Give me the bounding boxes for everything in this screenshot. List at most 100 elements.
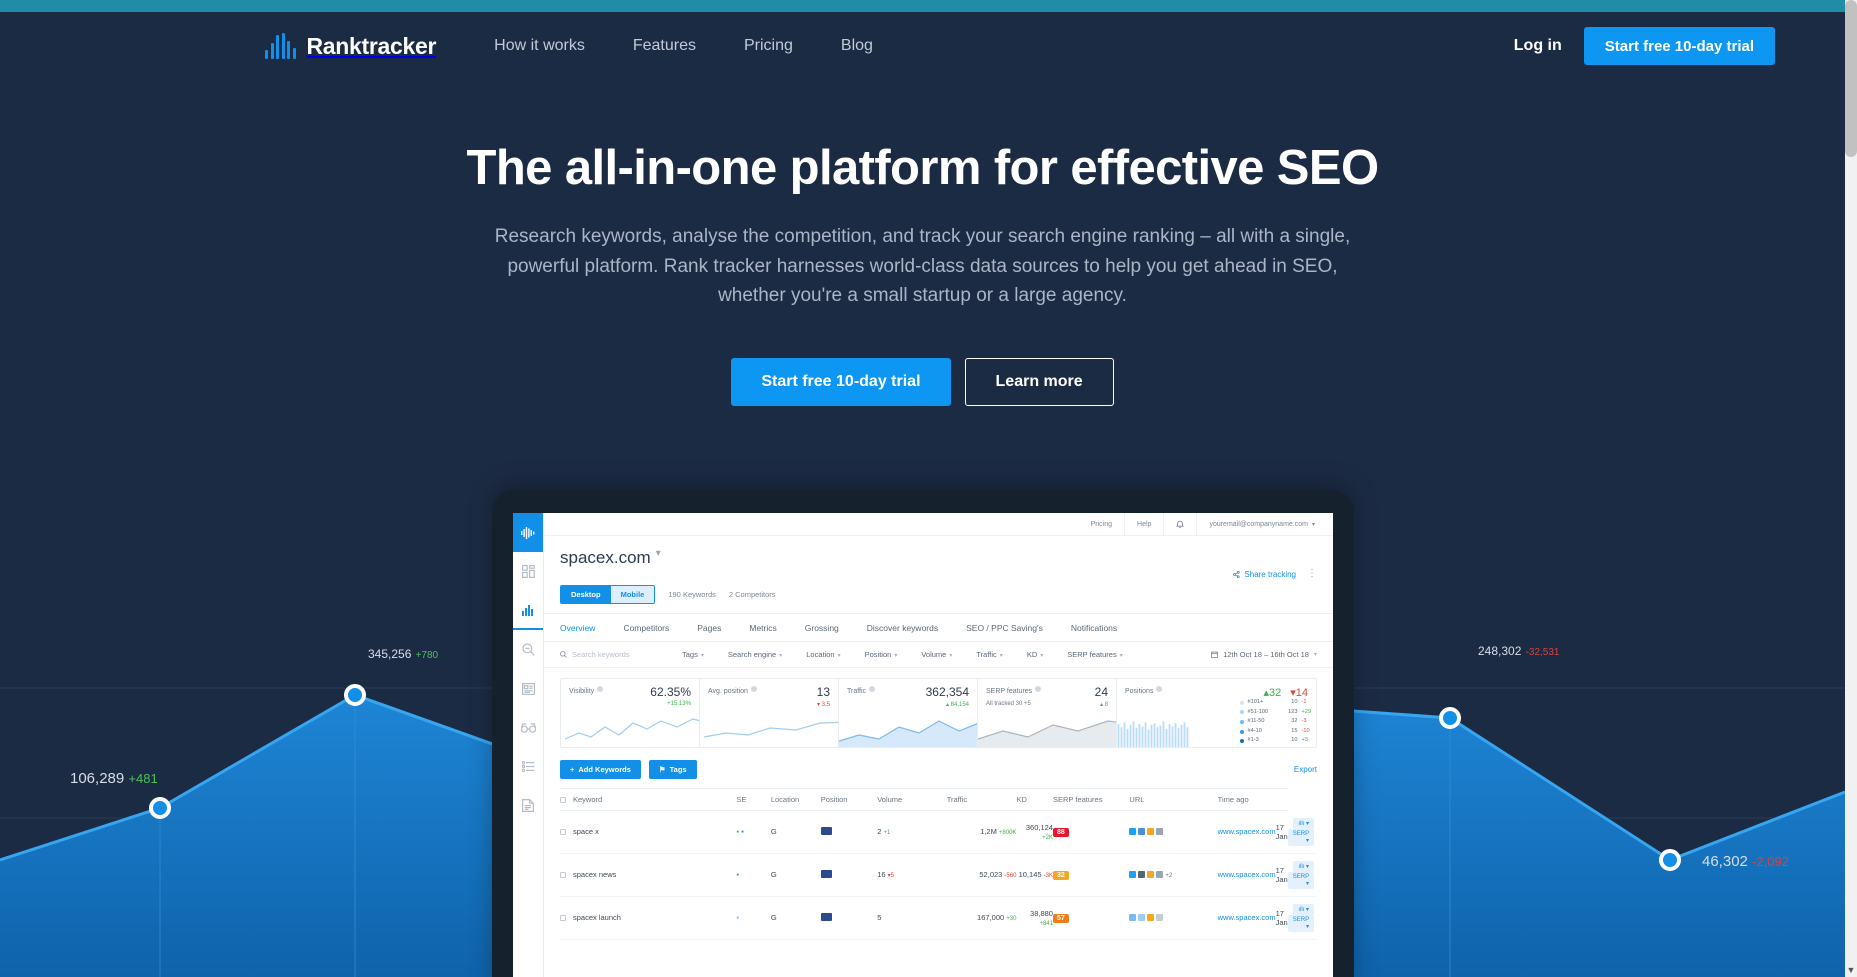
filter-traffic[interactable]: Traffic ▾ bbox=[964, 650, 1014, 659]
col-traffic[interactable]: Traffic bbox=[946, 788, 1017, 811]
row-checkbox[interactable] bbox=[560, 872, 566, 878]
cell-se: G bbox=[770, 896, 821, 940]
filter-kd[interactable]: KD ▾ bbox=[1015, 650, 1055, 659]
col-se[interactable]: SE bbox=[736, 788, 771, 811]
row-checkbox[interactable] bbox=[560, 915, 566, 921]
sidebar-item-serp-checker[interactable] bbox=[513, 669, 543, 708]
row-chart-button[interactable]: ıllı ▾ bbox=[1293, 860, 1314, 872]
device-desktop-option[interactable]: Desktop bbox=[561, 586, 611, 603]
col-location[interactable]: Location bbox=[770, 788, 821, 811]
notification-bell-icon[interactable] bbox=[1163, 513, 1196, 536]
page-root: 106,289 +481 345,256 +780 248,302 -32,53… bbox=[0, 0, 1845, 977]
sidebar-item-web-audit[interactable] bbox=[513, 708, 543, 747]
tags-button[interactable]: ⚑ Tags bbox=[648, 760, 697, 779]
col-time-ago[interactable]: Time ago bbox=[1217, 788, 1276, 811]
col-serp-features[interactable]: SERP features bbox=[1052, 788, 1130, 811]
sidebar-item-backlink-monitor[interactable] bbox=[513, 747, 543, 786]
sidebar-item-keyword-finder[interactable] bbox=[513, 630, 543, 669]
sidebar-item-dashboard[interactable] bbox=[513, 552, 543, 591]
table-row[interactable]: spacex news ▪ G 16 ▾5 52,023 -560 10,145… bbox=[560, 853, 1317, 897]
tab-discover-keywords[interactable]: Discover keywords bbox=[867, 623, 938, 633]
tab-metrics[interactable]: Metrics bbox=[749, 623, 776, 633]
login-link[interactable]: Log in bbox=[1514, 37, 1562, 55]
filter-location[interactable]: Location ▾ bbox=[794, 650, 852, 659]
chart-point-3 bbox=[1439, 707, 1461, 729]
table-header-row: Keyword SE Location Position Volume Traf… bbox=[560, 788, 1317, 811]
dashboard-screenshot: Pricing Help youremail@companyname.com ▾ bbox=[513, 513, 1333, 977]
sidebar-item-rank-tracker[interactable] bbox=[513, 591, 543, 630]
keywords-count: 190 Keywords bbox=[668, 590, 716, 599]
col-position[interactable]: Position bbox=[820, 788, 878, 811]
top-accent-strip bbox=[0, 0, 1845, 12]
nav-item-features[interactable]: Features bbox=[633, 37, 696, 55]
filter-serp-features[interactable]: SERP features ▾ bbox=[1055, 650, 1135, 659]
topbar-pricing-link[interactable]: Pricing bbox=[1079, 513, 1124, 536]
hero-title: The all-in-one platform for effective SE… bbox=[466, 141, 1380, 195]
search-keywords-input[interactable]: Search keywords bbox=[560, 650, 670, 659]
col-keyword[interactable]: Keyword bbox=[560, 788, 737, 811]
device-toggle[interactable]: Desktop Mobile bbox=[560, 585, 656, 604]
hero-section: The all-in-one platform for effective SE… bbox=[0, 140, 1845, 406]
filter-tags[interactable]: Tags ▾ bbox=[670, 650, 716, 659]
row-chart-button[interactable]: ıllı ▾ bbox=[1293, 817, 1314, 829]
info-icon[interactable] bbox=[750, 686, 757, 692]
row-chart-button[interactable]: ıllı ▾ bbox=[1293, 903, 1314, 915]
tab-notifications[interactable]: Notifications bbox=[1071, 623, 1117, 633]
row-serp-button[interactable]: SERP ▾ bbox=[1287, 828, 1314, 846]
position-row: #4-10 15 -10 bbox=[1239, 727, 1312, 737]
dashboard-sidebar bbox=[513, 513, 544, 977]
tab-competitors[interactable]: Competitors bbox=[623, 623, 669, 633]
tab-pages[interactable]: Pages bbox=[697, 623, 721, 633]
cell-time: 17 Jan bbox=[1275, 810, 1288, 854]
sidebar-item-logo[interactable] bbox=[513, 513, 543, 552]
chart-point-1 bbox=[149, 797, 171, 819]
device-mobile-option[interactable]: Mobile bbox=[610, 586, 655, 603]
row-serp-button[interactable]: SERP ▾ bbox=[1287, 914, 1314, 932]
info-icon[interactable] bbox=[869, 686, 876, 692]
tab-grossing[interactable]: Grossing bbox=[805, 623, 839, 633]
share-tracking-button[interactable]: Share tracking bbox=[1233, 570, 1296, 579]
dashboard-title-row: spacex.com ▾ Share tracking ⋮ bbox=[544, 536, 1333, 579]
site-chevron-down-icon[interactable]: ▾ bbox=[656, 548, 661, 559]
row-serp-button[interactable]: SERP ▾ bbox=[1287, 871, 1314, 889]
tab-seo-ppc-savings[interactable]: SEO / PPC Saving's bbox=[966, 623, 1043, 633]
scrollbar-thumb[interactable] bbox=[1845, 0, 1857, 157]
info-icon[interactable] bbox=[597, 686, 604, 692]
hero-start-trial-button[interactable]: Start free 10-day trial bbox=[731, 357, 951, 406]
info-icon[interactable] bbox=[1035, 686, 1042, 692]
stat-card-positions: Positions ▴32 ▾14 #101+ 10 -1 #51-100 123 +2… bbox=[1117, 679, 1316, 747]
col-volume[interactable]: Volume bbox=[877, 788, 947, 811]
position-row: #101+ 10 -1 bbox=[1239, 698, 1312, 708]
add-keywords-button[interactable]: + Add Keywords bbox=[560, 760, 641, 779]
filter-volume[interactable]: Volume ▾ bbox=[909, 650, 964, 659]
nav-item-blog[interactable]: Blog bbox=[841, 37, 873, 55]
date-range-picker[interactable]: 12th Oct 18 – 16th Oct 18 ▾ bbox=[1211, 650, 1317, 659]
select-all-checkbox[interactable] bbox=[560, 797, 566, 803]
scrollbar-down-arrow-icon[interactable]: ▼ bbox=[1845, 965, 1857, 975]
topbar-user-email[interactable]: youremail@companyname.com ▾ bbox=[1196, 513, 1327, 536]
nav-item-pricing[interactable]: Pricing bbox=[744, 37, 793, 55]
topbar-help-link[interactable]: Help bbox=[1124, 513, 1163, 536]
filter-search-engine[interactable]: Search engine ▾ bbox=[716, 650, 794, 659]
hero-learn-more-button[interactable]: Learn more bbox=[964, 357, 1114, 406]
filter-position[interactable]: Position ▾ bbox=[853, 650, 910, 659]
page-scrollbar[interactable]: ▼ bbox=[1845, 0, 1857, 977]
chart-point-4 bbox=[1659, 849, 1681, 871]
info-icon[interactable] bbox=[1156, 686, 1163, 692]
tab-overview[interactable]: Overview bbox=[560, 623, 595, 633]
filter-bar: Search keywords Tags ▾ Search engine ▾ Loc… bbox=[544, 642, 1333, 668]
nav-item-how-it-works[interactable]: How it works bbox=[494, 37, 585, 55]
header-start-trial-button[interactable]: Start free 10-day trial bbox=[1583, 27, 1775, 65]
keywords-table: Keyword SE Location Position Volume Traf… bbox=[560, 788, 1317, 940]
more-options-icon[interactable]: ⋮ bbox=[1307, 568, 1317, 579]
cell-keyword: spacex launch bbox=[573, 913, 621, 922]
table-row[interactable]: spacex launch ▪ G 5 167,000 +30 38,880 +… bbox=[560, 896, 1317, 940]
export-button[interactable]: Export bbox=[1294, 765, 1317, 774]
table-row[interactable]: space x ▪ ▪ G 2 +1 1,2M +800K 360,124 +2… bbox=[560, 810, 1317, 854]
col-url[interactable]: URL bbox=[1129, 788, 1218, 811]
col-kd[interactable]: KD bbox=[1016, 788, 1053, 811]
traffic-delta: ▴ 84,154 bbox=[945, 702, 969, 708]
brand-logo[interactable]: Ranktracker bbox=[265, 33, 436, 60]
row-checkbox[interactable] bbox=[560, 829, 566, 836]
sidebar-item-reports[interactable] bbox=[513, 786, 543, 825]
